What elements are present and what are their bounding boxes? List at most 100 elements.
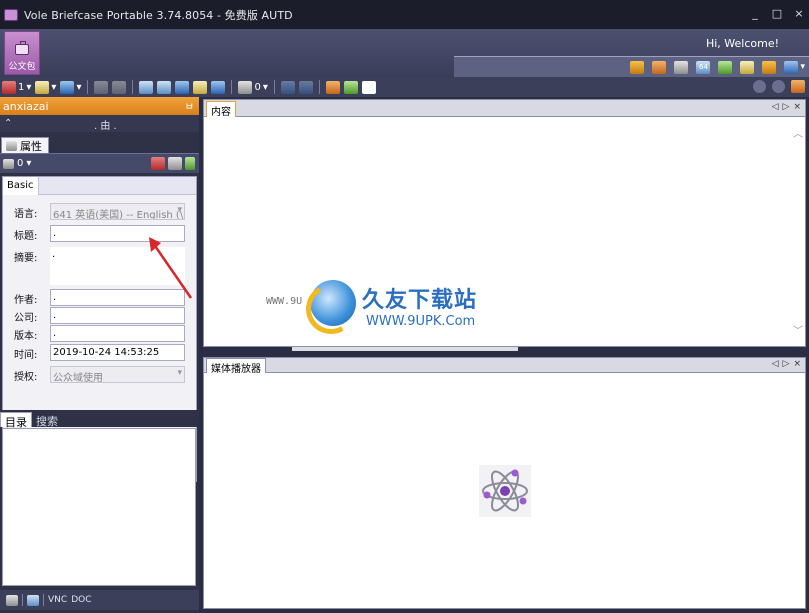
toolbar-separator: [87, 80, 89, 94]
book-icon[interactable]: [674, 60, 689, 74]
forward-icon[interactable]: [112, 80, 127, 94]
panel-header: anxiazai ㅂ: [0, 97, 199, 115]
lightbulb-icon[interactable]: [762, 60, 777, 74]
toolbar-separator: [231, 80, 233, 94]
language-row: 语言: 641 英语(美国) -- English (\ ▾: [3, 203, 198, 221]
star-icon[interactable]: [652, 60, 667, 74]
properties-dropdown[interactable]: ▾: [26, 158, 31, 169]
watermark-url: WWW.9UPK.Com: [366, 314, 476, 329]
layout-icon[interactable]: [361, 80, 376, 94]
info-dropdown[interactable]: ▾: [800, 62, 805, 72]
tab-search[interactable]: 搜索: [32, 412, 62, 428]
scroll-down-icon[interactable]: ﹀: [793, 322, 803, 337]
tree-root-text[interactable]: . 由 .: [94, 117, 117, 132]
tab-properties[interactable]: 属性: [1, 137, 49, 153]
properties-actions: [151, 157, 195, 170]
doc-button[interactable]: DOC: [71, 595, 91, 605]
vertical-scrollbar[interactable]: ︿ ﹀: [793, 125, 803, 337]
annotation-arrow: [149, 237, 193, 299]
close-button[interactable]: ×: [793, 7, 805, 20]
scroll-right-icon[interactable]: ▷: [783, 102, 790, 112]
bookshelf-icon[interactable]: [791, 80, 805, 93]
redo-icon[interactable]: [298, 80, 313, 94]
title-label: 标题:: [14, 231, 38, 242]
window-title: Vole Briefcase Portable 3.74.8054 - 免费版 …: [24, 8, 293, 22]
media-scroll-right-icon[interactable]: ▷: [783, 359, 790, 369]
language-select[interactable]: 641 英语(美国) -- English (\ ▾: [50, 203, 185, 220]
calculator-icon[interactable]: [325, 80, 340, 94]
database-icon[interactable]: [175, 80, 190, 94]
panel-title: anxiazai: [3, 99, 49, 113]
horizontal-scrollbar[interactable]: [292, 347, 518, 351]
document-icon[interactable]: [718, 60, 733, 74]
print-icon[interactable]: [139, 80, 154, 94]
media-close-icon[interactable]: ×: [793, 359, 801, 369]
pdf-icon[interactable]: [151, 157, 165, 170]
rights-select[interactable]: 公众域使用 ▾: [50, 366, 185, 383]
nav-forward-icon[interactable]: [772, 80, 785, 93]
version-field[interactable]: .: [50, 325, 185, 342]
toolbar-separator: [318, 80, 320, 94]
speaker-icon[interactable]: [185, 157, 195, 170]
tab-media-player[interactable]: 媒体播放器: [206, 358, 266, 375]
open-folder-icon[interactable]: [193, 80, 208, 94]
main-toolbar: 1 ▾ ▾ ▾ 0 ▾: [0, 77, 809, 97]
wand-icon[interactable]: [740, 60, 755, 74]
close-icon[interactable]: ×: [793, 102, 801, 112]
bottom-separator: [43, 594, 44, 606]
tree-bar: ⌃ . 由 .: [0, 115, 199, 132]
toolbar-dropdown-2[interactable]: ▾: [51, 82, 56, 93]
media-tabbar: 媒体播放器 ◁ ▷ ×: [203, 357, 806, 375]
folder-icon[interactable]: [35, 80, 50, 94]
save-icon[interactable]: [168, 157, 182, 170]
undo-icon[interactable]: [280, 80, 295, 94]
version-label: 版本:: [14, 331, 38, 342]
media-scroll-left-icon[interactable]: ◁: [772, 359, 779, 369]
maximize-button[interactable]: □: [771, 7, 783, 20]
tab-properties-label: 属性: [20, 139, 42, 153]
tab-catalog[interactable]: 目录: [0, 412, 32, 429]
scroll-left-icon[interactable]: ◁: [772, 102, 779, 112]
minimize-button[interactable]: _: [749, 7, 761, 20]
toolbar-dropdown-3[interactable]: ▾: [76, 82, 81, 93]
toolbar-nav: [753, 80, 805, 93]
scroll-up-icon[interactable]: ︿: [793, 125, 803, 140]
content-controls: ◁ ▷ ×: [772, 102, 801, 112]
back-icon[interactable]: [94, 80, 109, 94]
left-panel: anxiazai ㅂ ⌃ . 由 . 属性 0 ▾ Basic 语言: 641 …: [0, 97, 199, 613]
vnc-button[interactable]: VNC: [48, 595, 67, 605]
chevron-down-icon: ▾: [177, 205, 182, 215]
refresh-icon[interactable]: [343, 80, 358, 94]
nav-back-icon[interactable]: [753, 80, 766, 93]
palette-icon[interactable]: [630, 60, 645, 74]
chevron-down-icon: ▾: [177, 368, 182, 378]
collapse-icon[interactable]: ⌃: [4, 118, 12, 129]
catalog-tree[interactable]: [2, 428, 196, 586]
window-controls: _ □ ×: [749, 7, 805, 20]
pin-icon[interactable]: ㅂ: [185, 98, 194, 113]
tab-basic[interactable]: Basic: [3, 177, 39, 195]
time-label: 时间:: [14, 350, 38, 361]
watermark-side-text: WWW.9U: [266, 296, 303, 307]
toolbar-dropdown-1[interactable]: ▾: [26, 82, 31, 93]
info-icon[interactable]: [784, 60, 799, 74]
briefcase-button[interactable]: 公文包: [4, 31, 40, 75]
company-field[interactable]: .: [50, 307, 185, 324]
calendar-icon[interactable]: 64: [696, 60, 711, 74]
layers-icon[interactable]: [60, 80, 75, 94]
chart-icon[interactable]: [2, 80, 16, 94]
home-icon[interactable]: [6, 594, 18, 606]
properties-copy-icon[interactable]: [3, 158, 14, 169]
toolbar-separator: [273, 80, 275, 94]
atom-icon: [479, 465, 531, 517]
image-icon[interactable]: [211, 80, 226, 94]
watermark-brand: 久友下载站: [362, 288, 478, 313]
remote-icon[interactable]: [27, 594, 39, 606]
copy-icon[interactable]: [238, 80, 253, 94]
time-field[interactable]: 2019-10-24 14:53:25: [50, 344, 185, 361]
tab-content[interactable]: 内容: [206, 101, 236, 118]
time-row: 时间: 2019-10-24 14:53:25: [3, 344, 198, 362]
toolbar-dropdown-4[interactable]: ▾: [263, 82, 268, 93]
company-label: 公司:: [14, 313, 38, 324]
grid-icon[interactable]: [157, 80, 172, 94]
